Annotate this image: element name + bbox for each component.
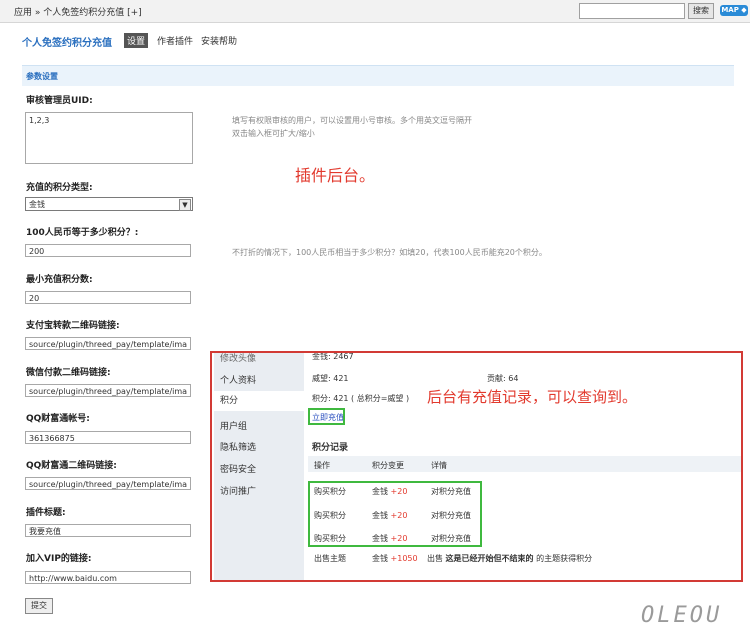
row-4-type: 金钱 — [372, 554, 388, 563]
map-button[interactable]: MAP ◆ — [720, 5, 748, 16]
alipay-qr-field[interactable]: source/plugin/threed_pay/template/ima — [25, 337, 191, 350]
jifen-value: 积分: 421 ( 总积分=威望 ) — [312, 394, 410, 403]
inset-nav-partial[interactable]: 修改头像 — [220, 353, 256, 364]
inset-nav-password[interactable]: 密码安全 — [220, 462, 256, 475]
rate-label: 100人民币等于多少积分？: — [26, 228, 139, 238]
rate-hint: 不打折的情况下，100人民币相当于多少积分？如填20，代表100人民币能充20个… — [232, 248, 547, 257]
breadcrumb[interactable]: 应用 » 个人免签约积分充值 [+] — [14, 5, 142, 18]
records-inset: 修改头像 个人资料 积分 用户组 隐私筛选 密码安全 访问推广 金钱: 2467… — [210, 351, 743, 582]
wechat-qr-label: 微信付款二维码链接: — [26, 368, 111, 378]
rate-field[interactable]: 200 — [25, 244, 191, 257]
submit-button[interactable]: 提交 — [25, 598, 53, 614]
row-4-detail-suffix: 的主题获得积分 — [536, 554, 593, 563]
min-recharge-label: 最小充值积分数: — [26, 275, 93, 285]
section-title: 参数设置 — [26, 72, 58, 81]
search-button[interactable]: 搜索 — [688, 3, 714, 19]
admin-uid-hint-2: 双击输入框可扩大/缩小 — [232, 129, 315, 138]
alipay-qr-label: 支付宝转款二维码链接: — [26, 321, 120, 331]
row-4-amount: +1050 — [390, 554, 418, 563]
gongxian-value: 贡献: 64 — [487, 374, 519, 383]
records-highlight — [308, 481, 482, 547]
search-input[interactable] — [579, 3, 685, 19]
tab-install-help[interactable]: 安装帮助 — [201, 34, 237, 47]
inset-nav-credits[interactable]: 积分 — [214, 391, 304, 411]
wechat-qr-field[interactable]: source/plugin/threed_pay/template/ima — [25, 384, 191, 397]
records-title: 积分记录 — [312, 443, 349, 453]
qq-qr-field[interactable]: source/plugin/threed_pay/template/ima — [25, 477, 191, 490]
weiwang-value: 威望: 421 — [312, 374, 349, 383]
top-bar: 应用 » 个人免签约积分充值 [+] 搜索 MAP ◆ — [0, 0, 750, 23]
watermark: OLEOU — [641, 603, 723, 628]
col-detail: 详情 — [431, 461, 447, 470]
inset-nav-profile[interactable]: 个人资料 — [220, 373, 256, 386]
row-4-op: 出售主题 — [314, 554, 346, 563]
qq-account-field[interactable]: 361366875 — [25, 431, 191, 444]
col-change: 积分变更 — [372, 461, 404, 470]
col-operation: 操作 — [314, 461, 330, 470]
row-4-detail-prefix: 出售 — [427, 554, 443, 563]
credit-type-select[interactable]: 金钱 ▼ — [25, 197, 193, 211]
credit-type-value: 金钱 — [29, 200, 45, 209]
plugin-title-label: 插件标题: — [26, 508, 66, 518]
section-header: 参数设置 — [22, 65, 734, 86]
inset-nav-usergroup[interactable]: 用户组 — [220, 419, 247, 432]
admin-uid-hint: 填写有权限审核的用户，可以设置用小号审核。多个用英文逗号隔开 — [232, 116, 472, 125]
recharge-highlight — [308, 408, 345, 425]
min-recharge-field[interactable]: 20 — [25, 291, 191, 304]
admin-uid-label: 审核管理员UID: — [26, 96, 93, 106]
backend-annotation: 插件后台。 — [295, 166, 376, 185]
records-annotation: 后台有充值记录，可以查询到。 — [427, 388, 638, 406]
tab-author-plugins[interactable]: 作者插件 — [157, 34, 193, 47]
plugin-title-field[interactable]: 我要充值 — [25, 524, 191, 537]
tab-settings[interactable]: 设置 — [124, 33, 149, 48]
vip-link-field[interactable]: http://www.baidu.com — [25, 571, 191, 584]
qq-qr-label: QQ财富通二维码链接: — [26, 461, 117, 471]
page-title: 个人免签约积分充值 — [22, 38, 112, 49]
money-partial: 金钱: 2467 — [312, 352, 354, 361]
row-4-detail-link[interactable]: 这是已经开始但不结束的 — [446, 554, 534, 563]
vip-link-label: 加入VIP的链接: — [26, 554, 92, 564]
inset-nav: 修改头像 个人资料 积分 用户组 隐私筛选 密码安全 访问推广 — [214, 353, 304, 580]
inset-nav-promotion[interactable]: 访问推广 — [220, 484, 256, 497]
chevron-down-icon[interactable]: ▼ — [179, 199, 191, 211]
admin-uid-field[interactable]: 1,2,3 — [25, 112, 193, 164]
inset-nav-privacy[interactable]: 隐私筛选 — [220, 440, 256, 453]
credit-type-label: 充值的积分类型: — [26, 183, 93, 193]
qq-account-label: QQ财富通帐号: — [26, 414, 90, 424]
